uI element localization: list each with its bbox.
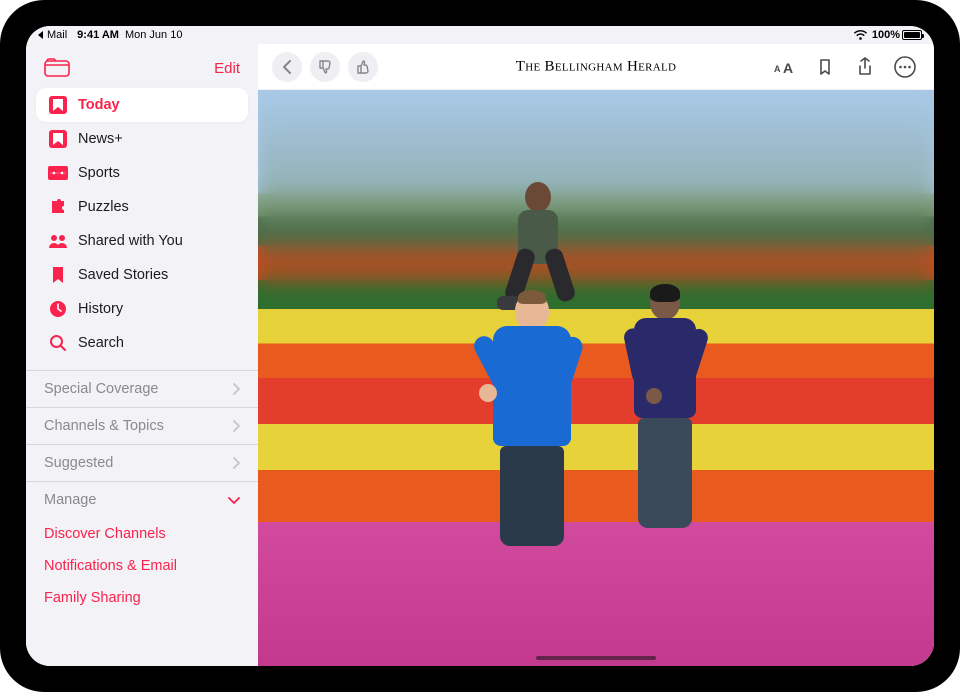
manage-list: Discover Channels Notifications & Email … (26, 518, 258, 614)
manage-item-label: Family Sharing (44, 590, 141, 606)
manage-family-sharing[interactable]: Family Sharing (26, 582, 258, 614)
text-size-icon: AA (774, 59, 796, 75)
news-icon (48, 95, 68, 115)
chevron-right-icon (232, 457, 240, 469)
battery-icon (902, 30, 922, 40)
sidebar-item-search[interactable]: Search (36, 326, 248, 360)
puzzle-icon (48, 197, 68, 217)
chevron-right-icon (232, 383, 240, 395)
manage-item-label: Notifications & Email (44, 558, 177, 574)
ellipsis-circle-icon (894, 56, 916, 78)
chevron-down-icon (228, 496, 240, 504)
sidebar-item-label: Puzzles (78, 199, 129, 215)
like-button[interactable] (348, 52, 378, 82)
sidebar-item-saved[interactable]: Saved Stories (36, 258, 248, 292)
edit-button[interactable]: Edit (214, 60, 240, 77)
svg-text:A: A (783, 60, 793, 75)
battery-indicator: 100% (872, 29, 922, 41)
back-button[interactable] (272, 52, 302, 82)
section-manage[interactable]: Manage (26, 481, 258, 518)
thumbs-up-icon (355, 59, 371, 75)
device-frame: Mail 9:41 AM Mon Jun 10 100% (0, 0, 960, 692)
save-button[interactable] (810, 52, 840, 82)
sidebar-item-today[interactable]: Today (36, 88, 248, 122)
share-icon (857, 57, 873, 77)
sidebar-item-label: Shared with You (78, 233, 183, 249)
back-to-app-label[interactable]: Mail (47, 29, 67, 41)
screen: Mail 9:41 AM Mon Jun 10 100% (26, 26, 934, 666)
sidebar-item-label: Search (78, 335, 124, 351)
wifi-icon (853, 30, 868, 41)
sidebar-item-label: Sports (78, 165, 120, 181)
status-time: 9:41 AM (77, 29, 119, 41)
sidebar-item-sports[interactable]: Sports (36, 156, 248, 190)
manage-notifications-email[interactable]: Notifications & Email (26, 550, 258, 582)
status-date: Mon Jun 10 (125, 29, 182, 41)
sidebar-item-label: Today (78, 97, 120, 113)
sidebar-item-label: History (78, 301, 123, 317)
status-left: Mail 9:41 AM Mon Jun 10 (38, 29, 182, 41)
bookmark-outline-icon (818, 58, 832, 76)
sidebar-item-label: News+ (78, 131, 123, 147)
article-content: ••• The Bellingham Herald AA (258, 44, 934, 666)
share-button[interactable] (850, 52, 880, 82)
thumbs-down-icon (317, 59, 333, 75)
chevron-left-icon (282, 60, 292, 74)
bookmark-icon (48, 265, 68, 285)
sidebar-header: Edit (26, 48, 258, 88)
back-to-app-caret-icon[interactable] (38, 31, 43, 39)
section-list: Special Coverage Channels & Topics Sugge… (26, 360, 258, 518)
section-label: Channels & Topics (44, 418, 164, 434)
image-figure (525, 182, 558, 264)
sidebar-item-newsplus[interactable]: News+ (36, 122, 248, 156)
newsplus-icon (48, 129, 68, 149)
sidebar-item-shared[interactable]: Shared with You (36, 224, 248, 258)
publication-title: The Bellingham Herald (516, 58, 677, 75)
dislike-button[interactable] (310, 52, 340, 82)
section-suggested[interactable]: Suggested (26, 444, 258, 481)
clock-icon (48, 299, 68, 319)
nav-list: Today News+ Sports (26, 88, 258, 360)
sidebar: Edit Today News+ (26, 44, 258, 666)
sports-icon (48, 163, 68, 183)
sidebar-item-history[interactable]: History (36, 292, 248, 326)
text-size-button[interactable]: AA (770, 52, 800, 82)
sidebar-item-label: Saved Stories (78, 267, 168, 283)
manage-discover-channels[interactable]: Discover Channels (26, 518, 258, 550)
section-special-coverage[interactable]: Special Coverage (26, 370, 258, 407)
search-icon (48, 333, 68, 353)
sidebar-toggle-icon[interactable] (44, 58, 70, 78)
section-label: Manage (44, 492, 96, 508)
section-label: Special Coverage (44, 381, 158, 397)
section-label: Suggested (44, 455, 113, 471)
section-channels-topics[interactable]: Channels & Topics (26, 407, 258, 444)
image-figure (515, 292, 571, 546)
image-figure (650, 286, 696, 528)
svg-text:A: A (774, 64, 781, 74)
article-hero-image (258, 90, 934, 666)
chevron-right-icon (232, 420, 240, 432)
shared-icon (48, 231, 68, 251)
status-bar: Mail 9:41 AM Mon Jun 10 100% (26, 26, 934, 44)
battery-percent-label: 100% (872, 29, 900, 41)
manage-item-label: Discover Channels (44, 526, 166, 542)
status-right: 100% (853, 29, 922, 41)
article-toolbar: The Bellingham Herald AA (258, 44, 934, 90)
sidebar-item-puzzles[interactable]: Puzzles (36, 190, 248, 224)
home-indicator[interactable] (536, 656, 656, 660)
more-button[interactable] (890, 52, 920, 82)
